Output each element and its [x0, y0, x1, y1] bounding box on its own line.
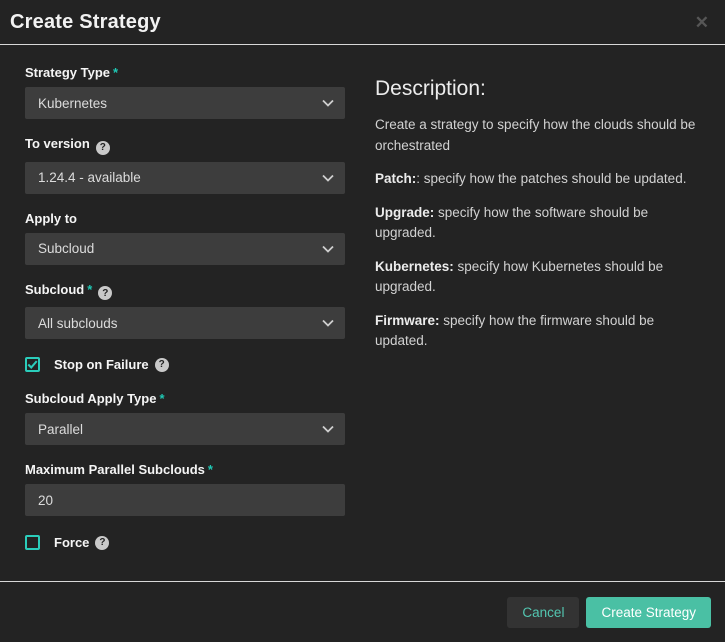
to-version-label: To version? [25, 136, 345, 155]
modal-title: Create Strategy [10, 11, 161, 34]
required-asterisk: * [113, 65, 118, 80]
cancel-button[interactable]: Cancel [507, 597, 579, 628]
required-asterisk: * [87, 282, 92, 297]
field-subcloud-apply-type: Subcloud Apply Type* Parallel [25, 391, 345, 445]
to-version-select[interactable]: 1.24.4 - available [25, 162, 345, 194]
help-icon[interactable]: ? [95, 536, 109, 550]
description-item-patch: Patch:: specify how the patches should b… [375, 169, 702, 190]
close-icon: ✕ [695, 13, 709, 32]
close-button[interactable]: ✕ [691, 11, 713, 34]
subcloud-apply-type-label: Subcloud Apply Type* [25, 391, 345, 406]
field-subcloud: Subcloud*? All subclouds [25, 282, 345, 340]
create-strategy-button[interactable]: Create Strategy [586, 597, 711, 628]
description-item-kubernetes: Kubernetes: specify how Kubernetes shoul… [375, 257, 702, 298]
description-item-upgrade: Upgrade: specify how the software should… [375, 203, 702, 244]
description-item-firmware: Firmware: specify how the firmware shoul… [375, 311, 702, 352]
stop-on-failure-label: Stop on Failure [54, 357, 149, 372]
strategy-type-select[interactable]: Kubernetes [25, 87, 345, 119]
description-intro: Create a strategy to specify how the clo… [375, 115, 702, 156]
description-heading: Description: [375, 77, 702, 101]
help-icon[interactable]: ? [96, 141, 110, 155]
description-panel: Description: Create a strategy to specif… [375, 65, 710, 581]
field-stop-on-failure: Stop on Failure ? [25, 357, 345, 372]
apply-to-select[interactable]: Subcloud [25, 233, 345, 265]
subcloud-label: Subcloud*? [25, 282, 345, 301]
max-parallel-subclouds-label: Maximum Parallel Subclouds* [25, 462, 345, 477]
field-to-version: To version? 1.24.4 - available [25, 136, 345, 194]
subcloud-apply-type-select[interactable]: Parallel [25, 413, 345, 445]
strategy-type-label: Strategy Type* [25, 65, 345, 80]
modal-body: Strategy Type* Kubernetes To version? [0, 45, 725, 581]
max-parallel-subclouds-input[interactable] [25, 484, 345, 516]
field-force: Force ? [25, 535, 345, 550]
field-apply-to: Apply to Subcloud [25, 211, 345, 265]
field-strategy-type: Strategy Type* Kubernetes [25, 65, 345, 119]
help-icon[interactable]: ? [98, 286, 112, 300]
help-icon[interactable]: ? [155, 358, 169, 372]
create-strategy-modal: Create Strategy ✕ Strategy Type* Kuberne… [0, 0, 725, 642]
force-label: Force [54, 535, 89, 550]
modal-header: Create Strategy ✕ [0, 0, 725, 45]
apply-to-label: Apply to [25, 211, 345, 226]
modal-footer: Cancel Create Strategy [0, 581, 725, 642]
strategy-form: Strategy Type* Kubernetes To version? [25, 65, 345, 581]
subcloud-select[interactable]: All subclouds [25, 307, 345, 339]
required-asterisk: * [159, 391, 164, 406]
force-checkbox[interactable] [25, 535, 40, 550]
stop-on-failure-checkbox[interactable] [25, 357, 40, 372]
field-max-parallel-subclouds: Maximum Parallel Subclouds* [25, 462, 345, 516]
required-asterisk: * [208, 462, 213, 477]
